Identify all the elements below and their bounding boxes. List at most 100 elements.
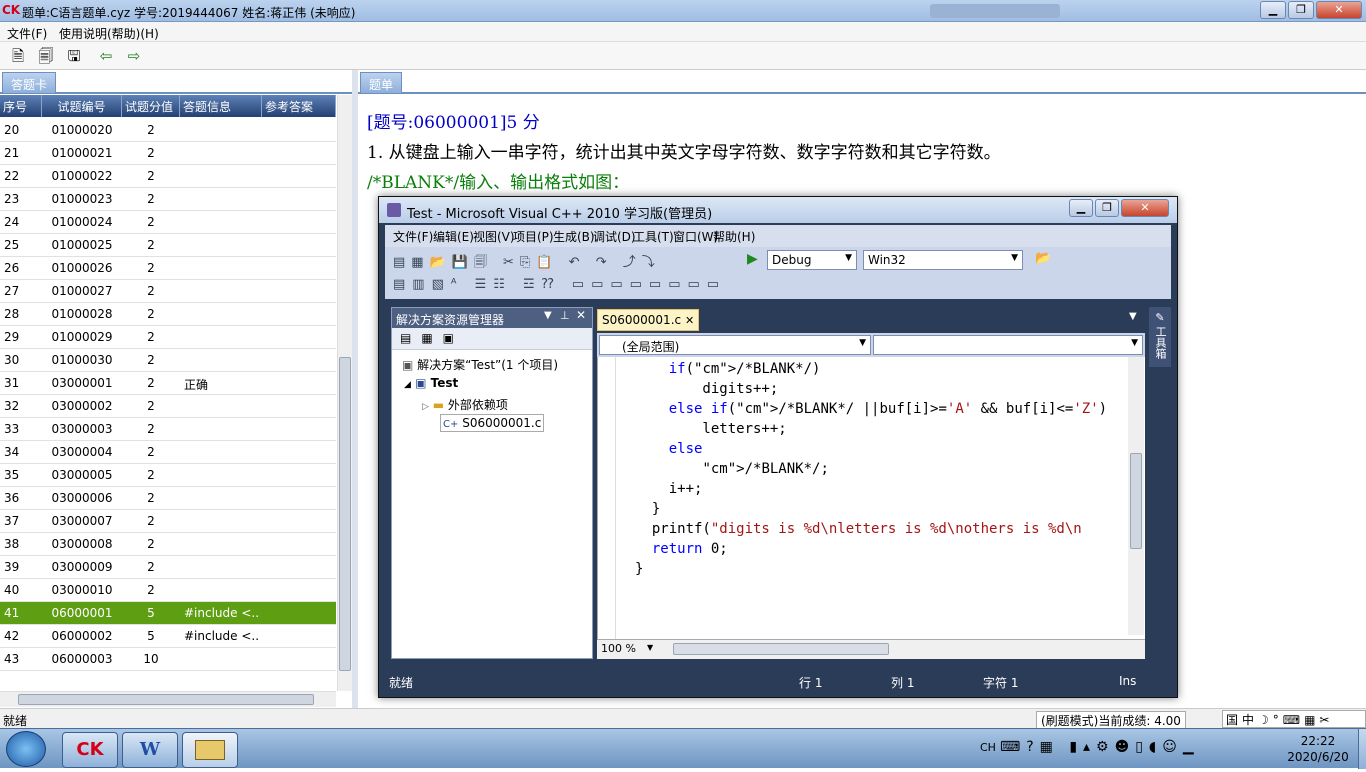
save-icon[interactable]: 🖫: [64, 46, 84, 66]
solution-node[interactable]: ▣ 解决方案“Test”(1 个项目): [402, 356, 558, 373]
menu-bar: 文件(F) 使用说明(帮助)(H): [0, 22, 1366, 42]
external-deps-node[interactable]: ▷ ▬ 外部依赖项: [422, 396, 508, 413]
table-row[interactable]: 34 03000004 2: [0, 441, 336, 464]
col-header-info[interactable]: 答题信息: [180, 95, 262, 117]
project-node[interactable]: ◢ ▣ Test: [404, 376, 458, 390]
zoom-level[interactable]: 100 %: [601, 642, 636, 655]
show-desktop-button[interactable]: [1358, 729, 1366, 769]
vs-close-button[interactable]: ✕: [1121, 199, 1169, 217]
vs-text-toolbar-icons[interactable]: ▤▥▧ᴬ ☰☷ ☲⁇ ▭▭▭▭▭▭▭▭: [393, 277, 726, 292]
table-row[interactable]: 28 01000028 2: [0, 303, 336, 326]
table-row[interactable]: 23 01000023 2: [0, 188, 336, 211]
clock-time: 22:22: [1300, 734, 1336, 748]
ime-toolbar[interactable]: 国中☽°⌨▦✂: [1222, 710, 1366, 728]
toolbox-strip[interactable]: ✎ 工具箱: [1149, 307, 1171, 367]
close-button[interactable]: ✕: [1316, 1, 1362, 19]
vs-menu-item[interactable]: 文件(F): [393, 228, 433, 245]
table-row[interactable]: 37 03000007 2: [0, 510, 336, 533]
grid-horizontal-scrollbar[interactable]: [0, 691, 336, 707]
platform-select[interactable]: Win32 ▼: [863, 250, 1023, 270]
table-row[interactable]: 38 03000008 2: [0, 533, 336, 556]
table-row[interactable]: 40 03000010 2: [0, 579, 336, 602]
code-editor[interactable]: if("cm">/*BLANK*/) digits++; else if("cm…: [597, 357, 1145, 639]
col-header-no[interactable]: 序号: [0, 95, 42, 117]
open-doc-icon[interactable]: 🗎: [8, 46, 28, 66]
tab-list-icon[interactable]: ▼: [1129, 311, 1137, 322]
vs-menu-item[interactable]: 项目(P): [513, 228, 554, 245]
col-header-id[interactable]: 试题编号: [42, 95, 122, 117]
vs-toolbar-icons[interactable]: ▤▦📂💾🗐 ✂⎘📋 ↶ ↷ ⤴⤵: [393, 251, 661, 275]
vs-menu-item[interactable]: 窗口(W): [673, 228, 718, 245]
menu-help[interactable]: 使用说明(帮助)(H): [59, 25, 159, 42]
table-row[interactable]: 33 03000003 2: [0, 418, 336, 441]
table-row[interactable]: 29 01000029 2: [0, 326, 336, 349]
pin-icon[interactable]: ⊥: [560, 309, 570, 322]
table-row[interactable]: 21 01000021 2: [0, 142, 336, 165]
tab-answer-card[interactable]: 答题卡: [2, 72, 57, 93]
panel-menu-icon[interactable]: ▼: [544, 310, 552, 321]
scope-select[interactable]: (全局范围) ▼: [599, 335, 871, 355]
start-debug-icon[interactable]: ▶: [747, 251, 758, 267]
config-select[interactable]: Debug ▼: [767, 250, 857, 270]
vs-menu-item[interactable]: 编辑(E): [433, 228, 474, 245]
zoom-dropdown-icon[interactable]: ▼: [647, 643, 653, 652]
taskbar-app-word[interactable]: W: [122, 732, 178, 768]
cell-no: 29: [4, 330, 20, 344]
col-header-ref[interactable]: 参考答案: [262, 95, 336, 117]
menu-file[interactable]: 文件(F): [7, 25, 47, 42]
solution-toolbar-icons[interactable]: ▤▦▣: [400, 331, 464, 345]
vs-menu-item[interactable]: 生成(B): [553, 228, 595, 245]
table-row[interactable]: 20 01000020 2: [0, 119, 336, 142]
start-button[interactable]: [6, 731, 46, 767]
table-row[interactable]: 36 03000006 2: [0, 487, 336, 510]
code-line: else if("cm">/*BLANK*/ ||buf[i]>='A' && …: [668, 401, 1108, 417]
table-row[interactable]: 42 06000002 5 #include <...: [0, 625, 336, 648]
member-select[interactable]: ▼: [873, 335, 1143, 355]
clock[interactable]: 22:22 2020/6/20: [1278, 733, 1358, 765]
table-row[interactable]: 25 01000025 2: [0, 234, 336, 257]
grid-vertical-scrollbar[interactable]: [337, 95, 352, 691]
table-row[interactable]: 31 03000001 2 正确: [0, 372, 336, 395]
solution-explorer-title: 解决方案资源管理器 ▼ ⊥ ✕: [392, 308, 592, 328]
panel-close-icon[interactable]: ✕: [576, 308, 586, 322]
arrow-right-icon[interactable]: ⇨: [124, 46, 144, 66]
cell-id: 01000022: [51, 169, 113, 183]
table-row[interactable]: 39 03000009 2: [0, 556, 336, 579]
tab-question-list[interactable]: 题单: [360, 72, 403, 93]
code-hscroll-thumb[interactable]: [673, 643, 889, 655]
taskbar-app-vs[interactable]: [182, 732, 238, 768]
arrow-left-icon[interactable]: ⇦: [96, 46, 116, 66]
table-row[interactable]: 35 03000005 2: [0, 464, 336, 487]
col-header-score[interactable]: 试题分值: [122, 95, 180, 117]
table-row[interactable]: 26 01000026 2: [0, 257, 336, 280]
table-row[interactable]: 24 01000024 2: [0, 211, 336, 234]
vs-menu-item[interactable]: 帮助(H): [713, 228, 755, 245]
pane-splitter[interactable]: [352, 70, 358, 708]
vs-menu-item[interactable]: 调试(D): [593, 228, 636, 245]
vs-maximize-button[interactable]: ❐: [1095, 199, 1119, 217]
code-text[interactable]: if("cm">/*BLANK*/) digits++; else if("cm…: [635, 359, 1107, 579]
tray-icons[interactable]: ⌨?▦ ▮▴⚙☻▯◖☺▁: [1000, 739, 1200, 755]
find-in-files-icon[interactable]: 📂: [1035, 251, 1051, 266]
taskbar-app-ck[interactable]: CK: [62, 732, 118, 768]
grid-scroll-thumb[interactable]: [339, 357, 351, 671]
file-node[interactable]: C+ S06000001.c: [440, 414, 545, 432]
vs-minimize-button[interactable]: ▁: [1069, 199, 1093, 217]
submit-icon[interactable]: 🗐: [36, 46, 56, 66]
vs-menu-item[interactable]: 工具(T): [633, 228, 674, 245]
zoom-bar: 100 % ▼: [597, 639, 1145, 659]
grid-hscroll-thumb[interactable]: [18, 694, 314, 705]
minimize-button[interactable]: ▁: [1260, 1, 1286, 19]
table-row[interactable]: 30 01000030 2: [0, 349, 336, 372]
table-row[interactable]: 32 03000002 2: [0, 395, 336, 418]
maximize-button[interactable]: ❐: [1288, 1, 1314, 19]
code-scroll-thumb[interactable]: [1130, 453, 1142, 549]
vs-menu-item[interactable]: 视图(V): [473, 228, 515, 245]
table-row[interactable]: 22 01000022 2: [0, 165, 336, 188]
editor-tab-file[interactable]: S06000001.c ✕: [597, 309, 700, 331]
code-vertical-scrollbar[interactable]: [1128, 357, 1144, 635]
table-row[interactable]: 27 01000027 2: [0, 280, 336, 303]
table-row[interactable]: 41 06000001 5 #include <...: [0, 602, 336, 625]
table-row[interactable]: 43 06000003 10: [0, 648, 336, 671]
language-indicator[interactable]: CH: [980, 741, 996, 754]
